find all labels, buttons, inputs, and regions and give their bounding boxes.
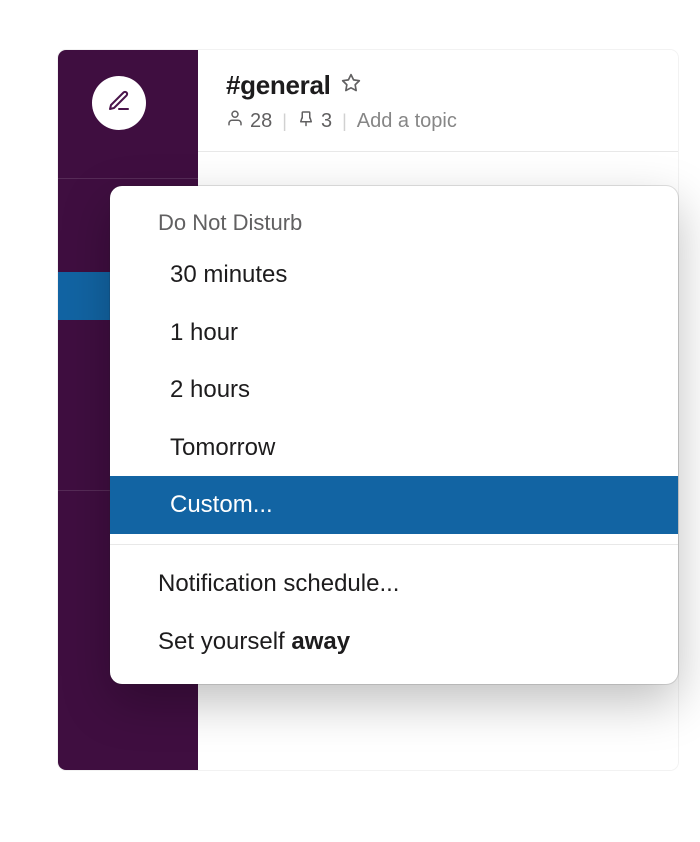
pinned-count[interactable]: 3 <box>297 109 332 133</box>
set-away-prefix: Set yourself <box>158 628 291 655</box>
set-away-bold: away <box>291 628 350 655</box>
compose-button[interactable] <box>92 76 146 130</box>
dnd-option-1-hour[interactable]: 1 hour <box>110 304 678 362</box>
star-icon[interactable] <box>341 73 361 98</box>
set-away-item[interactable]: Set yourself away <box>110 613 678 671</box>
channel-meta: 28 | 3 | Add a topic <box>226 109 650 133</box>
menu-section-header: Do Not Disturb <box>110 204 678 246</box>
dnd-option-custom[interactable]: Custom... <box>110 476 678 534</box>
sidebar-divider <box>58 178 198 179</box>
channel-title-row: #general <box>226 70 650 101</box>
member-count[interactable]: 28 <box>226 109 272 133</box>
pinned-count-value: 3 <box>321 110 332 133</box>
member-count-value: 28 <box>250 110 272 133</box>
pin-icon <box>297 109 315 133</box>
dnd-context-menu: Do Not Disturb 30 minutes 1 hour 2 hours… <box>110 186 678 684</box>
person-icon <box>226 109 244 133</box>
notification-schedule-item[interactable]: Notification schedule... <box>110 555 678 613</box>
dnd-option-30-minutes[interactable]: 30 minutes <box>110 246 678 304</box>
channel-header: #general 28 | <box>198 50 678 152</box>
add-topic[interactable]: Add a topic <box>357 110 457 133</box>
meta-divider: | <box>282 111 287 132</box>
channel-name[interactable]: #general <box>226 70 331 101</box>
menu-divider <box>110 544 678 545</box>
dnd-option-tomorrow[interactable]: Tomorrow <box>110 419 678 477</box>
meta-divider: | <box>342 111 347 132</box>
dnd-option-2-hours[interactable]: 2 hours <box>110 361 678 419</box>
compose-icon <box>107 89 131 118</box>
